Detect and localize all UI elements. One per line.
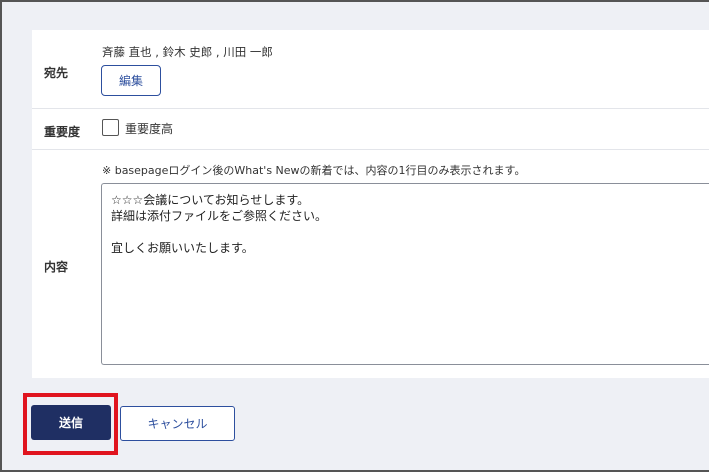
edit-recipients-button[interactable]: 編集 [101, 65, 161, 96]
content-row: 内容 ※ basepageログイン後のWhat's Newの新着では、内容の1行… [32, 150, 709, 378]
recipients-row: 宛先 斉藤 直也 , 鈴木 史郎 , 川田 一郎 編集 [32, 30, 709, 109]
content-note: ※ basepageログイン後のWhat's Newの新着では、内容の1行目のみ… [102, 164, 526, 177]
content-textarea[interactable]: ☆☆☆会議についてお知らせします。 詳細は添付ファイルをご参照ください。 宜しく… [101, 183, 709, 365]
recipients-list: 斉藤 直也 , 鈴木 史郎 , 川田 一郎 [102, 45, 273, 59]
recipients-label: 宛先 [44, 66, 69, 80]
content-label: 内容 [44, 260, 69, 274]
send-highlight-annotation [23, 393, 118, 455]
importance-high-checkbox[interactable] [102, 119, 119, 136]
importance-row: 重要度 重要度高 [32, 109, 709, 150]
cancel-button[interactable]: キャンセル [120, 406, 235, 441]
importance-label: 重要度 [44, 125, 81, 139]
importance-high-label[interactable]: 重要度高 [125, 120, 173, 137]
message-form: 宛先 斉藤 直也 , 鈴木 史郎 , 川田 一郎 編集 重要度 重要度高 内容 … [32, 30, 709, 378]
